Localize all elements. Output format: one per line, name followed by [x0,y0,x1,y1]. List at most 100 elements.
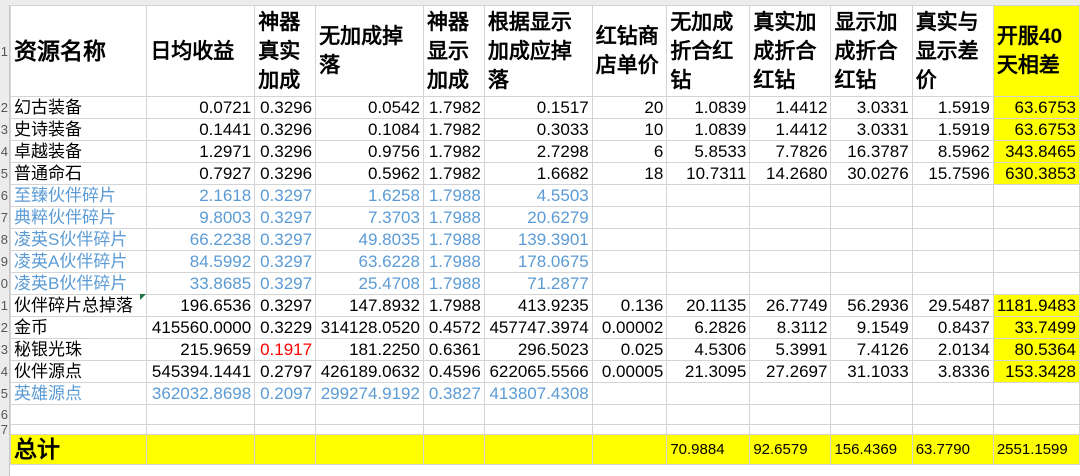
value-cell[interactable]: 3.8336 [911,360,994,383]
value-cell[interactable]: 1.7988 [422,228,485,251]
value-cell[interactable]: 0.8437 [911,316,994,339]
empty-cell[interactable] [830,424,913,435]
value-cell[interactable] [830,250,913,273]
value-cell[interactable]: 343.8465 [992,140,1080,163]
row-number[interactable]: 6 [0,185,8,206]
value-cell[interactable]: 0.1517 [483,96,593,119]
value-cell[interactable]: 15.7596 [911,162,994,185]
total-value-cell[interactable] [591,434,668,465]
value-cell[interactable] [911,250,994,273]
value-cell[interactable]: 8.3112 [749,316,832,339]
resource-name-cell[interactable]: 凌英S伙伴碎片 [9,228,148,251]
value-cell[interactable] [749,184,832,207]
value-cell[interactable]: 20.6279 [483,206,593,229]
total-value-cell[interactable]: 70.9884 [666,434,751,465]
value-cell[interactable]: 33.7499 [992,316,1080,339]
empty-cell[interactable] [830,404,913,425]
value-cell[interactable]: 1.2971 [146,140,256,163]
column-header[interactable]: 无加成折合红钻 [666,5,751,97]
value-cell[interactable]: 26.7749 [749,294,832,317]
value-cell[interactable]: 1.6682 [483,162,593,185]
value-cell[interactable] [749,250,832,273]
value-cell[interactable]: 3.0331 [830,118,913,141]
value-cell[interactable]: 33.8685 [146,272,256,295]
value-cell[interactable]: 6 [591,140,668,163]
value-cell[interactable]: 1.6258 [315,184,424,207]
value-cell[interactable] [992,272,1080,295]
empty-cell[interactable] [992,404,1080,425]
empty-cell[interactable] [591,424,668,435]
value-cell[interactable]: 0.3297 [254,206,317,229]
column-header[interactable]: 真实加成折合红钻 [749,5,832,97]
value-cell[interactable] [830,184,913,207]
value-cell[interactable]: 1.0839 [666,96,751,119]
value-cell[interactable] [911,272,994,295]
value-cell[interactable] [830,228,913,251]
value-cell[interactable]: 71.2877 [483,272,593,295]
empty-cell[interactable] [911,424,994,435]
value-cell[interactable]: 1.5919 [911,118,994,141]
value-cell[interactable]: 0.3297 [254,184,317,207]
value-cell[interactable]: 25.4708 [315,272,424,295]
empty-cell[interactable] [911,404,994,425]
resource-name-cell[interactable]: 史诗装备 [9,118,148,141]
empty-cell[interactable] [146,424,256,435]
row-number[interactable]: 0 [0,273,8,294]
value-cell[interactable]: 0.4596 [422,360,485,383]
value-cell[interactable]: 0.3297 [254,228,317,251]
value-cell[interactable]: 1.7988 [422,184,485,207]
value-cell[interactable]: 622065.5566 [483,360,593,383]
resource-name-cell[interactable]: 伙伴源点 [9,360,148,383]
value-cell[interactable]: 0.00002 [591,316,668,339]
total-value-cell[interactable]: 2551.1599 [992,434,1080,465]
row-number[interactable]: 7 [0,207,8,228]
row-number[interactable]: 4 [0,141,8,162]
value-cell[interactable]: 7.4126 [830,338,913,361]
row-number[interactable]: 8 [0,229,8,250]
value-cell[interactable]: 0.1917 [254,338,317,361]
value-cell[interactable]: 18 [591,162,668,185]
value-cell[interactable]: 3.0331 [830,96,913,119]
value-cell[interactable] [591,382,668,405]
resource-name-cell[interactable]: 伙伴碎片总掉落 [9,294,148,317]
value-cell[interactable] [666,250,751,273]
value-cell[interactable]: 16.3787 [830,140,913,163]
value-cell[interactable]: 1.7988 [422,272,485,295]
value-cell[interactable]: 10 [591,118,668,141]
value-cell[interactable]: 0.3297 [254,294,317,317]
value-cell[interactable] [992,184,1080,207]
empty-cell[interactable] [749,404,832,425]
resource-name-cell[interactable]: 秘银光珠 [9,338,148,361]
value-cell[interactable]: 20 [591,96,668,119]
value-cell[interactable]: 147.8932 [315,294,424,317]
value-cell[interactable]: 1.4412 [749,96,832,119]
value-cell[interactable]: 6.2826 [666,316,751,339]
value-cell[interactable]: 20.1135 [666,294,751,317]
value-cell[interactable]: 10.7311 [666,162,751,185]
cell-comment-indicator[interactable] [140,294,146,300]
value-cell[interactable]: 1.5919 [911,96,994,119]
value-cell[interactable]: 0.136 [591,294,668,317]
value-cell[interactable]: 56.2936 [830,294,913,317]
empty-cell[interactable] [422,404,485,425]
value-cell[interactable]: 29.5487 [911,294,994,317]
empty-cell[interactable] [315,404,424,425]
value-cell[interactable]: 545394.1441 [146,360,256,383]
value-cell[interactable]: 2.1618 [146,184,256,207]
value-cell[interactable] [911,206,994,229]
value-cell[interactable]: 9.8003 [146,206,256,229]
empty-cell[interactable] [9,424,148,435]
column-header[interactable]: 真实与显示差价 [911,5,994,97]
value-cell[interactable]: 457747.3974 [483,316,593,339]
value-cell[interactable]: 9.1549 [830,316,913,339]
value-cell[interactable]: 66.2238 [146,228,256,251]
value-cell[interactable]: 0.3296 [254,118,317,141]
value-cell[interactable]: 0.3297 [254,272,317,295]
value-cell[interactable]: 0.2097 [254,382,317,405]
resource-name-cell[interactable]: 幻古装备 [9,96,148,119]
value-cell[interactable] [666,206,751,229]
value-cell[interactable]: 1.7988 [422,294,485,317]
value-cell[interactable]: 63.6753 [992,118,1080,141]
value-cell[interactable]: 1.7988 [422,206,485,229]
value-cell[interactable] [992,382,1080,405]
